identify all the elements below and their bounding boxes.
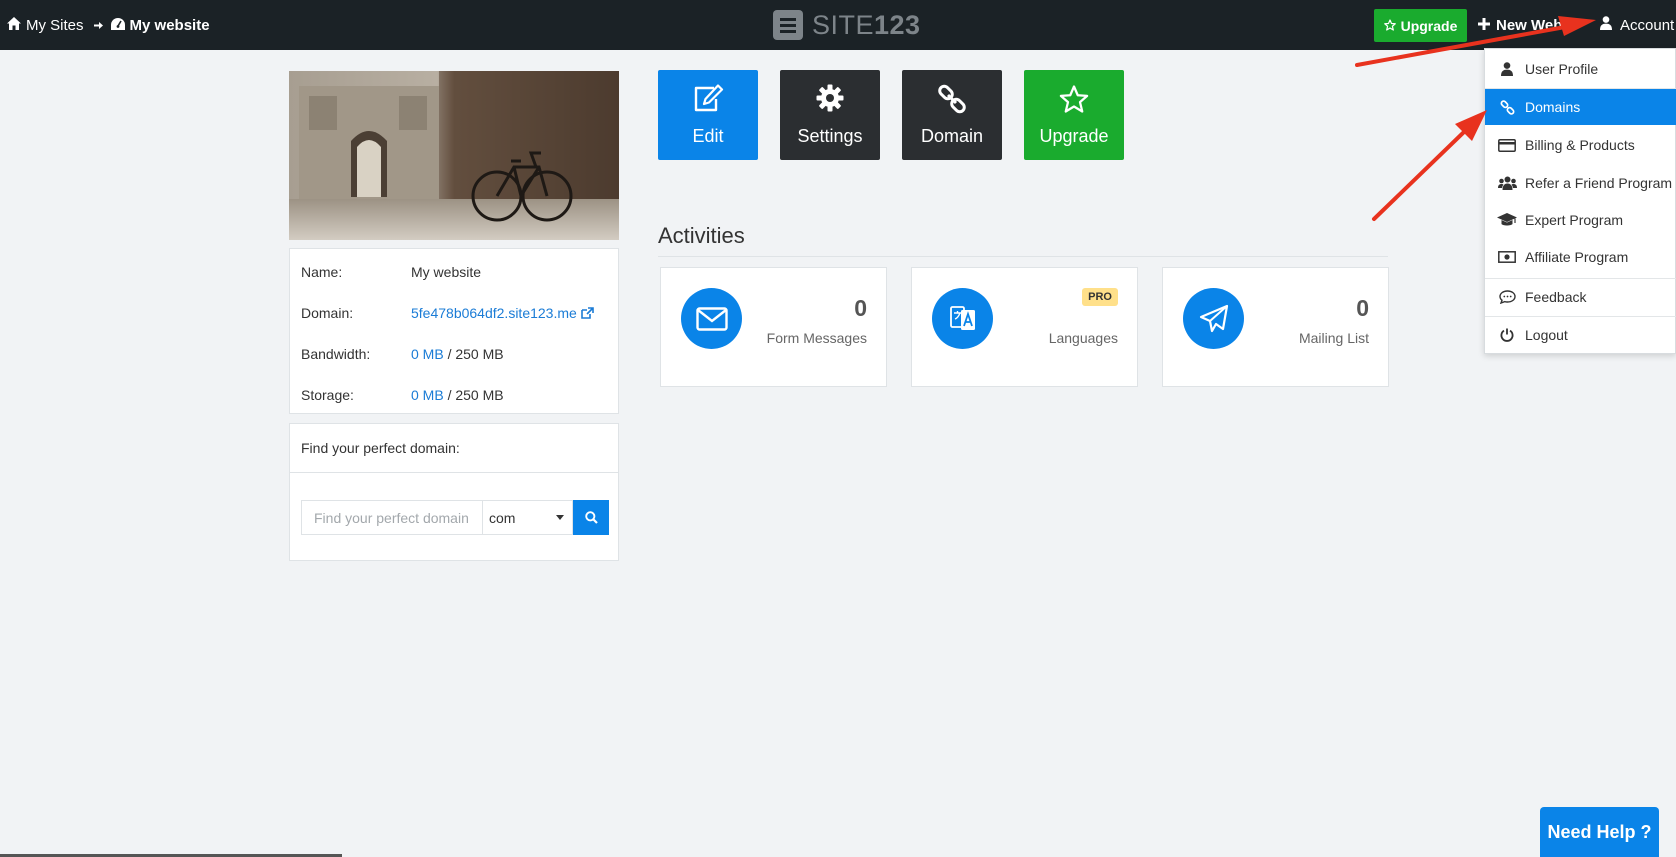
form-messages-count: 0 <box>854 295 867 321</box>
arrow-to-domains <box>1372 110 1487 221</box>
graduation-cap-icon <box>1497 213 1517 227</box>
activity-card-mailing-list[interactable]: 0 Mailing List <box>1162 267 1389 387</box>
menu-item-billing[interactable]: Billing & Products <box>1485 127 1676 163</box>
domain-search-form: com <box>301 500 609 535</box>
account-dropdown-menu: User Profile Domains Billing & Products … <box>1484 48 1676 354</box>
plus-icon <box>1478 17 1490 34</box>
need-help-button[interactable]: Need Help ? <box>1540 807 1659 857</box>
home-icon <box>7 16 21 34</box>
activity-card-form-messages[interactable]: 0 Form Messages <box>660 267 887 387</box>
menu-item-logout[interactable]: Logout <box>1485 317 1676 353</box>
star-icon <box>1024 84 1124 116</box>
info-name-key: Name: <box>301 264 343 280</box>
users-icon <box>1497 176 1517 190</box>
menu-item-label: Billing & Products <box>1525 137 1635 153</box>
star-icon <box>1383 18 1396 34</box>
user-icon <box>1600 16 1612 34</box>
user-icon <box>1497 62 1517 76</box>
domain-search-button[interactable] <box>573 500 609 535</box>
breadcrumb-current-site[interactable]: My website <box>110 16 210 34</box>
top-upgrade-button[interactable]: Upgrade <box>1374 9 1467 42</box>
new-website-button[interactable]: New Webs <box>1478 0 1571 50</box>
breadcrumb-my-sites[interactable]: My Sites <box>7 16 84 34</box>
top-upgrade-label: Upgrade <box>1400 17 1458 34</box>
domain-button[interactable]: Domain <box>902 70 1002 160</box>
link-icon <box>902 84 1002 116</box>
info-bandwidth-value: 0 MB / 250 MB <box>411 346 504 362</box>
chevron-right-icon <box>93 21 103 30</box>
menu-item-affiliate-program[interactable]: Affiliate Program <box>1485 239 1676 275</box>
info-storage-key: Storage: <box>301 387 354 403</box>
menu-item-label: Domains <box>1525 99 1581 115</box>
upgrade-button-label: Upgrade <box>1039 126 1109 146</box>
link-icon <box>1497 99 1517 115</box>
tld-select-value: com <box>489 509 516 526</box>
external-link-icon <box>580 307 594 319</box>
paper-plane-icon <box>1183 288 1244 349</box>
settings-button-label: Settings <box>797 126 863 146</box>
edit-button-label: Edit <box>692 126 724 146</box>
activities-divider <box>658 256 1388 257</box>
account-label: Account <box>1620 16 1675 34</box>
mailing-list-count: 0 <box>1356 295 1369 321</box>
menu-item-refer-friend[interactable]: Refer a Friend Program <box>1485 165 1676 201</box>
money-bill-icon <box>1497 251 1517 263</box>
languages-label: Languages <box>1048 330 1118 346</box>
activity-card-languages[interactable]: PRO Languages <box>911 267 1138 387</box>
gear-icon <box>780 84 880 116</box>
tld-select[interactable]: com <box>482 500 573 535</box>
site-thumbnail[interactable] <box>289 71 619 240</box>
mailing-list-label: Mailing List <box>1298 330 1369 346</box>
site-info-panel: Name: My website Domain: 5fe478b064df2.s… <box>289 248 619 414</box>
translate-icon <box>932 288 993 349</box>
comment-icon <box>1497 290 1517 304</box>
envelope-icon <box>681 288 742 349</box>
domain-search-title: Find your perfect domain: <box>290 424 618 473</box>
upgrade-button[interactable]: Upgrade <box>1024 70 1124 160</box>
domain-search-input[interactable] <box>301 500 482 535</box>
search-icon <box>584 511 598 524</box>
new-website-label: New Webs <box>1496 16 1571 34</box>
pro-badge: PRO <box>1082 288 1118 306</box>
credit-card-icon <box>1497 138 1517 152</box>
activities-title: Activities <box>658 223 745 248</box>
menu-item-label: Affiliate Program <box>1525 249 1629 265</box>
dashboard-icon <box>110 17 125 34</box>
menu-item-label: Feedback <box>1525 289 1587 305</box>
menu-item-label: User Profile <box>1525 61 1599 77</box>
info-bandwidth-key: Bandwidth: <box>301 346 371 362</box>
info-storage-value: 0 MB / 250 MB <box>411 387 504 403</box>
account-menu-button[interactable]: Account <box>1600 0 1674 50</box>
domain-search-panel: Find your perfect domain: com <box>289 423 619 561</box>
menu-item-label: Refer a Friend Program <box>1525 175 1673 191</box>
site-thumbnail-image <box>289 71 619 240</box>
menu-item-user-profile[interactable]: User Profile <box>1485 51 1676 87</box>
site123-logo[interactable]: SITE123 <box>773 9 921 41</box>
top-navbar: My Sites My website SITE123 Upgrade New … <box>0 0 1676 50</box>
breadcrumb-current-site-label: My website <box>129 16 210 34</box>
info-domain-link[interactable]: 5fe478b064df2.site123.me <box>411 305 594 321</box>
breadcrumb: My Sites My website <box>7 0 210 50</box>
breadcrumb-my-sites-label: My Sites <box>26 16 84 34</box>
edit-button[interactable]: Edit <box>658 70 758 160</box>
info-name-value: My website <box>411 264 482 280</box>
menu-item-label: Logout <box>1525 327 1568 343</box>
edit-icon <box>658 84 758 116</box>
logo-mark-icon <box>773 10 803 40</box>
caret-down-icon <box>556 515 564 520</box>
menu-item-feedback[interactable]: Feedback <box>1485 279 1676 315</box>
power-icon <box>1497 328 1517 342</box>
domain-button-label: Domain <box>920 126 984 146</box>
logo-text: SITE123 <box>812 9 921 40</box>
menu-item-domains[interactable]: Domains <box>1485 89 1676 125</box>
menu-item-expert-program[interactable]: Expert Program <box>1485 202 1676 238</box>
info-domain-key: Domain: <box>301 305 354 321</box>
form-messages-label: Form Messages <box>766 330 867 346</box>
settings-button[interactable]: Settings <box>780 70 880 160</box>
menu-item-label: Expert Program <box>1525 212 1624 228</box>
